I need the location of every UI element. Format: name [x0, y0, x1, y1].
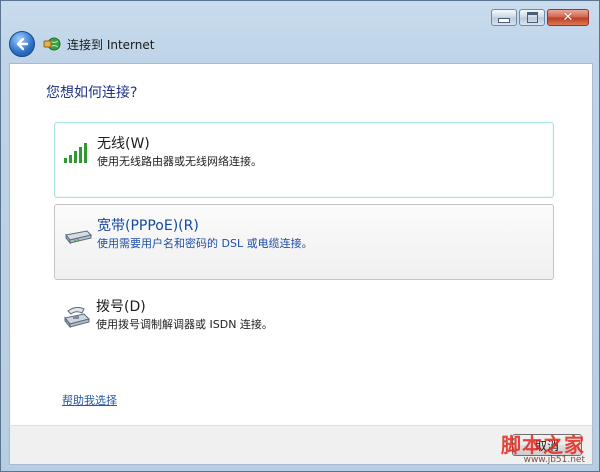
help-me-choose-link[interactable]: 帮助我选择	[62, 392, 117, 408]
command-area: 取消	[9, 425, 593, 465]
window-frame: ✕ 连接到 Internet 您想如何连接? 无线(W) 使用无线路由器或无线网…	[0, 0, 600, 472]
page-heading: 您想如何连接?	[46, 85, 138, 101]
cancel-button[interactable]: 取消	[512, 434, 582, 456]
wireless-signal-icon	[63, 141, 93, 165]
option-description: 使用拨号调制解调器或 ISDN 连接。	[96, 318, 273, 331]
option-title: 无线(W)	[97, 136, 150, 152]
minimize-icon	[498, 18, 510, 23]
broadband-modem-icon	[63, 223, 93, 247]
option-broadband[interactable]: 宽带(PPPoE)(R) 使用需要用户名和密码的 DSL 或电缆连接。	[54, 204, 554, 280]
window-title: 连接到 Internet	[67, 37, 155, 52]
caption-buttons: ✕	[491, 9, 589, 27]
minimize-button[interactable]	[491, 9, 517, 26]
maximize-icon	[526, 12, 538, 23]
option-dialup[interactable]: 拨号(D) 使用拨号调制解调器或 ISDN 连接。	[54, 286, 554, 362]
network-globe-icon	[43, 36, 61, 52]
back-button[interactable]	[9, 31, 35, 57]
option-wireless[interactable]: 无线(W) 使用无线路由器或无线网络连接。	[54, 122, 554, 198]
close-button[interactable]: ✕	[547, 9, 589, 26]
option-description: 使用无线路由器或无线网络连接。	[97, 155, 262, 168]
close-icon: ✕	[562, 10, 574, 25]
wizard-content: 您想如何连接? 无线(W) 使用无线路由器或无线网络连接。 宽带(PPPoE)(…	[9, 63, 593, 426]
option-title: 宽带(PPPoE)(R)	[97, 218, 199, 234]
maximize-button[interactable]	[519, 9, 545, 26]
option-title: 拨号(D)	[96, 299, 146, 315]
navigation-bar: 连接到 Internet	[9, 31, 154, 57]
back-arrow-icon	[16, 37, 29, 51]
dialup-phone-modem-icon	[62, 304, 92, 329]
option-description: 使用需要用户名和密码的 DSL 或电缆连接。	[97, 237, 313, 250]
